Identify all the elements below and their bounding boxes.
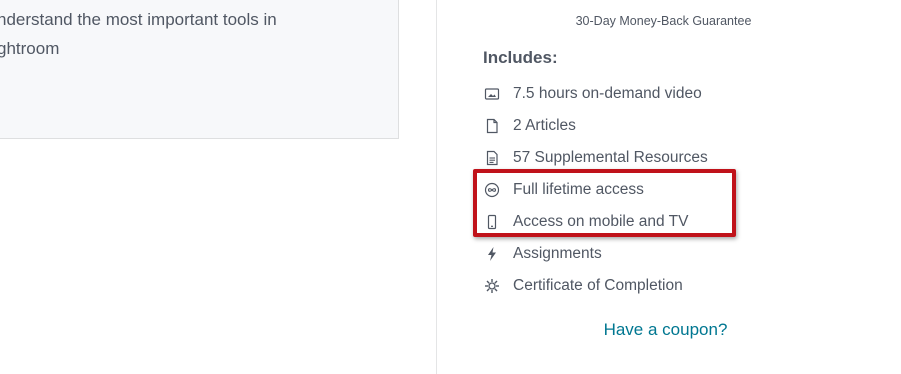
include-label-mobile: Access on mobile and TV: [513, 213, 689, 230]
includes-list: 7.5 hours on-demand video 2 Articles 57 …: [483, 78, 708, 302]
money-back-guarantee: 30-Day Money-Back Guarantee: [575, 14, 752, 28]
include-label-resources: 57 Supplemental Resources: [513, 149, 708, 166]
list-item: 57 Supplemental Resources: [483, 142, 708, 174]
list-item: Access on mobile and TV: [483, 206, 708, 238]
certificate-icon: [483, 277, 501, 295]
lightning-icon: [483, 245, 501, 263]
description-line-1: nderstand the most important tools in: [0, 10, 277, 29]
include-label-articles: 2 Articles: [513, 117, 576, 134]
include-label-video: 7.5 hours on-demand video: [513, 85, 702, 102]
list-item: Certificate of Completion: [483, 270, 708, 302]
list-item: 2 Articles: [483, 110, 708, 142]
description-line-2: ghtroom: [0, 39, 60, 58]
infinity-icon: [483, 181, 501, 199]
course-description-box: nderstand the most important tools in gh…: [0, 0, 399, 139]
mobile-icon: [483, 213, 501, 231]
include-label-assignments: Assignments: [513, 245, 602, 262]
include-label-certificate: Certificate of Completion: [513, 277, 683, 294]
includes-heading: Includes:: [483, 48, 558, 67]
list-item: 7.5 hours on-demand video: [483, 78, 708, 110]
video-icon: [483, 85, 501, 103]
list-item: Full lifetime access: [483, 174, 708, 206]
file-icon: [483, 117, 501, 135]
list-item: Assignments: [483, 238, 708, 270]
include-label-lifetime: Full lifetime access: [513, 181, 644, 198]
document-icon: [483, 149, 501, 167]
course-page: nderstand the most important tools in gh…: [0, 0, 901, 374]
purchase-sidebar: 30-Day Money-Back Guarantee Includes: 7.…: [436, 0, 901, 374]
have-coupon-link[interactable]: Have a coupon?: [437, 320, 901, 340]
